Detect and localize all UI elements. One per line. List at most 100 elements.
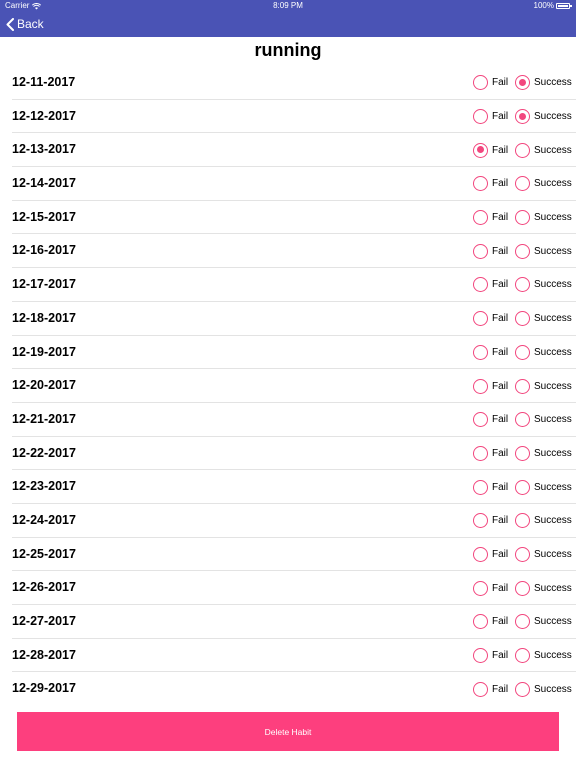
fail-option[interactable]: Fail xyxy=(473,538,508,572)
fail-radio[interactable] xyxy=(473,546,488,562)
success-radio[interactable] xyxy=(515,546,530,562)
success-radio[interactable] xyxy=(515,378,530,394)
fail-option[interactable]: Fail xyxy=(473,234,508,268)
success-option[interactable]: Success xyxy=(515,66,572,100)
fail-option[interactable]: Fail xyxy=(473,369,508,403)
success-radio[interactable] xyxy=(515,445,530,461)
fail-radio[interactable] xyxy=(473,243,488,259)
fail-label: Fail xyxy=(492,346,509,358)
list-item: 12-22-2017 Fail Success xyxy=(12,437,576,471)
fail-label: Fail xyxy=(492,548,509,560)
success-radio[interactable] xyxy=(515,75,530,91)
fail-radio[interactable] xyxy=(473,344,488,360)
success-label: Success xyxy=(534,548,572,560)
fail-radio[interactable] xyxy=(473,311,488,327)
fail-radio[interactable] xyxy=(473,109,488,125)
success-option[interactable]: Success xyxy=(515,201,572,235)
success-label: Success xyxy=(534,515,572,527)
success-option[interactable]: Success xyxy=(515,268,572,302)
success-option[interactable]: Success xyxy=(515,133,572,167)
fail-radio[interactable] xyxy=(473,75,488,91)
fail-option[interactable]: Fail xyxy=(473,470,508,504)
success-radio[interactable] xyxy=(515,648,530,664)
success-option[interactable]: Success xyxy=(515,504,572,538)
success-option[interactable]: Success xyxy=(515,470,572,504)
success-radio[interactable] xyxy=(515,614,530,630)
fail-option[interactable]: Fail xyxy=(473,268,508,302)
fail-radio[interactable] xyxy=(473,277,488,293)
fail-label: Fail xyxy=(492,515,509,527)
success-option[interactable]: Success xyxy=(515,302,572,336)
back-button[interactable]: Back xyxy=(6,15,44,33)
success-option[interactable]: Success xyxy=(515,639,572,673)
fail-radio[interactable] xyxy=(473,648,488,664)
success-radio[interactable] xyxy=(515,142,530,158)
fail-option[interactable]: Fail xyxy=(473,403,508,437)
fail-radio[interactable] xyxy=(473,681,488,697)
success-option[interactable]: Success xyxy=(515,571,572,605)
fail-option[interactable]: Fail xyxy=(473,504,508,538)
success-radio[interactable] xyxy=(515,311,530,327)
success-radio[interactable] xyxy=(515,176,530,192)
fail-option[interactable]: Fail xyxy=(473,672,508,706)
success-label: Success xyxy=(534,481,572,493)
fail-option[interactable]: Fail xyxy=(473,201,508,235)
success-radio[interactable] xyxy=(515,681,530,697)
entry-date: 12-29-2017 xyxy=(12,681,76,696)
success-radio[interactable] xyxy=(515,210,530,226)
success-option[interactable]: Success xyxy=(515,403,572,437)
success-option[interactable]: Success xyxy=(515,100,572,134)
fail-radio[interactable] xyxy=(473,412,488,428)
success-radio[interactable] xyxy=(515,344,530,360)
success-option[interactable]: Success xyxy=(515,437,572,471)
entry-date: 12-16-2017 xyxy=(12,243,76,258)
fail-radio[interactable] xyxy=(473,614,488,630)
success-radio[interactable] xyxy=(515,412,530,428)
success-option[interactable]: Success xyxy=(515,605,572,639)
fail-option[interactable]: Fail xyxy=(473,66,508,100)
fail-option[interactable]: Fail xyxy=(473,133,508,167)
chevron-left-icon xyxy=(6,17,14,31)
fail-option[interactable]: Fail xyxy=(473,302,508,336)
entry-date: 12-15-2017 xyxy=(12,209,76,224)
success-option[interactable]: Success xyxy=(515,369,572,403)
fail-radio[interactable] xyxy=(473,445,488,461)
list-item: 12-20-2017 Fail Success xyxy=(12,369,576,403)
success-radio[interactable] xyxy=(515,479,530,495)
success-option[interactable]: Success xyxy=(515,167,572,201)
fail-label: Fail xyxy=(492,111,509,123)
success-radio[interactable] xyxy=(515,513,530,529)
fail-label: Fail xyxy=(492,380,509,392)
fail-option[interactable]: Fail xyxy=(473,571,508,605)
fail-radio[interactable] xyxy=(473,479,488,495)
success-radio[interactable] xyxy=(515,243,530,259)
clock: 8:09 PM xyxy=(273,1,303,10)
fail-option[interactable]: Fail xyxy=(473,639,508,673)
fail-option[interactable]: Fail xyxy=(473,100,508,134)
delete-habit-button[interactable]: Delete Habit xyxy=(17,712,559,751)
success-option[interactable]: Success xyxy=(515,538,572,572)
success-radio[interactable] xyxy=(515,277,530,293)
success-radio[interactable] xyxy=(515,580,530,596)
fail-option[interactable]: Fail xyxy=(473,605,508,639)
fail-option[interactable]: Fail xyxy=(473,167,508,201)
list-item: 12-17-2017 Fail Success xyxy=(12,268,576,302)
fail-option[interactable]: Fail xyxy=(473,336,508,370)
entry-date: 12-12-2017 xyxy=(12,108,76,123)
entry-date: 12-20-2017 xyxy=(12,378,76,393)
fail-option[interactable]: Fail xyxy=(473,437,508,471)
entry-date: 12-25-2017 xyxy=(12,546,76,561)
list-item: 12-21-2017 Fail Success xyxy=(12,403,576,437)
list-item: 12-26-2017 Fail Success xyxy=(12,571,576,605)
success-option[interactable]: Success xyxy=(515,234,572,268)
success-option[interactable]: Success xyxy=(515,672,572,706)
fail-radio[interactable] xyxy=(473,176,488,192)
fail-radio[interactable] xyxy=(473,378,488,394)
fail-radio[interactable] xyxy=(473,580,488,596)
success-radio[interactable] xyxy=(515,109,530,125)
fail-radio[interactable] xyxy=(473,513,488,529)
fail-radio[interactable] xyxy=(473,210,488,226)
success-option[interactable]: Success xyxy=(515,336,572,370)
entry-date: 12-17-2017 xyxy=(12,277,76,292)
fail-radio[interactable] xyxy=(473,142,488,158)
